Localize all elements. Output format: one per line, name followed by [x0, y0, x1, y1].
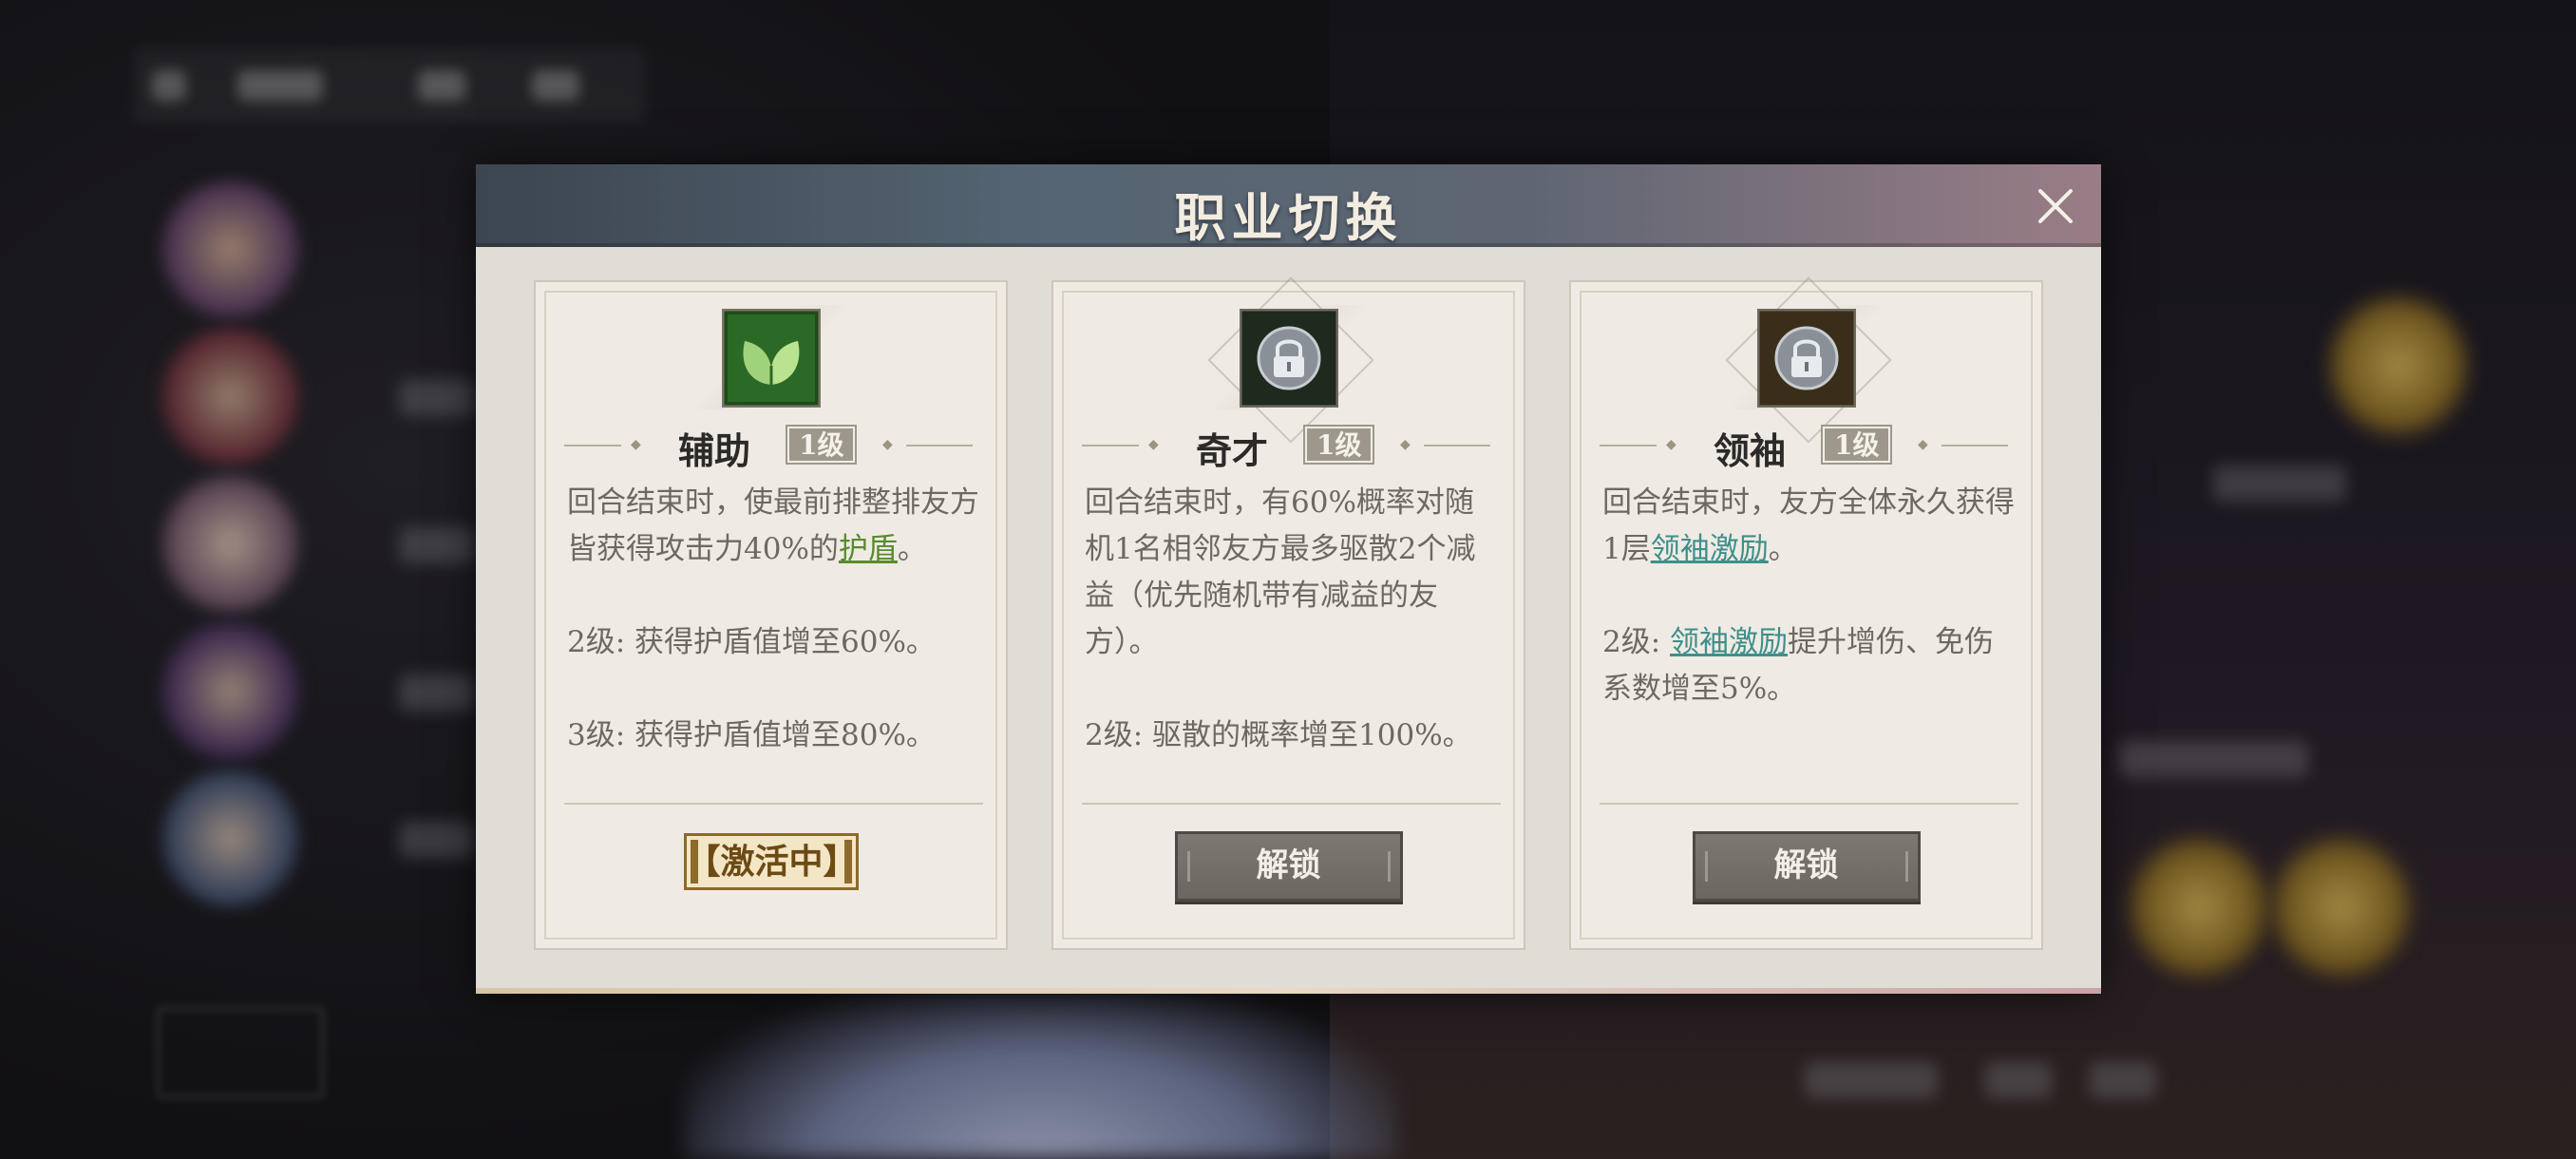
class-description: 回合结束时，友方全体永久获得1层领袖激励。 2级: 领袖激励提升增伤、免伤系数增…: [1602, 485, 2015, 706]
leader-class-icon: [1724, 276, 1892, 444]
close-icon: [2038, 189, 2073, 223]
class-description: 回合结束时，使最前排整排友方皆获得攻击力40%的护盾。 2级: 获得护盾值增至6…: [567, 485, 979, 752]
class-name: 奇才: [1196, 429, 1269, 472]
job-switch-dialog: 职业切换 ◆ 辅助 1级 ◆ 回合结束时，使最前排整排友方皆获得攻击力40%的护…: [476, 164, 2101, 994]
lock-icon: [1239, 309, 1338, 408]
level-badge: 1级: [1302, 425, 1375, 465]
class-card-support[interactable]: ◆ 辅助 1级 ◆ 回合结束时，使最前排整排友方皆获得攻击力40%的护盾。 2级…: [534, 280, 1008, 950]
card-title-row: ◆ 辅助 1级 ◆: [536, 422, 1006, 472]
lock-icon: [1756, 309, 1856, 408]
card-title-row: ◆ 领袖 1级 ◆: [1571, 422, 2041, 472]
level-badge: 1级: [785, 425, 858, 465]
close-button[interactable]: [2031, 181, 2080, 231]
leader-inspire-keyword-link[interactable]: 领袖激励: [1651, 532, 1769, 566]
dialog-title: 职业切换: [1174, 187, 1403, 248]
unlock-button[interactable]: 解锁: [1692, 831, 1921, 902]
level-badge: 1级: [1820, 425, 1893, 465]
class-name: 辅助: [678, 429, 751, 472]
leader-inspire-keyword-link[interactable]: 领袖激励: [1670, 625, 1788, 659]
dialog-header: 职业切换: [476, 164, 2101, 248]
unlock-button[interactable]: 解锁: [1174, 831, 1403, 902]
class-card-prodigy[interactable]: ◆ 奇才 1级 ◆ 回合结束时，有60%概率对随机1名相邻友方最多驱散2个减益（…: [1051, 276, 1525, 950]
shield-keyword-link[interactable]: 护盾: [839, 532, 898, 566]
card-title-row: ◆ 奇才 1级 ◆: [1053, 422, 1524, 472]
active-status-badge: 【激活中】: [683, 833, 859, 890]
prodigy-class-icon: [1206, 276, 1374, 444]
leaf-icon: [721, 309, 821, 408]
class-card-leader[interactable]: ◆ 领袖 1级 ◆ 回合结束时，友方全体永久获得1层领袖激励。 2级: 领袖激励…: [1569, 276, 2043, 950]
support-class-icon: [721, 309, 821, 408]
class-description: 回合结束时，有60%概率对随机1名相邻友方最多驱散2个减益（优先随机带有减益的友…: [1085, 485, 1476, 752]
class-name: 领袖: [1714, 429, 1787, 472]
